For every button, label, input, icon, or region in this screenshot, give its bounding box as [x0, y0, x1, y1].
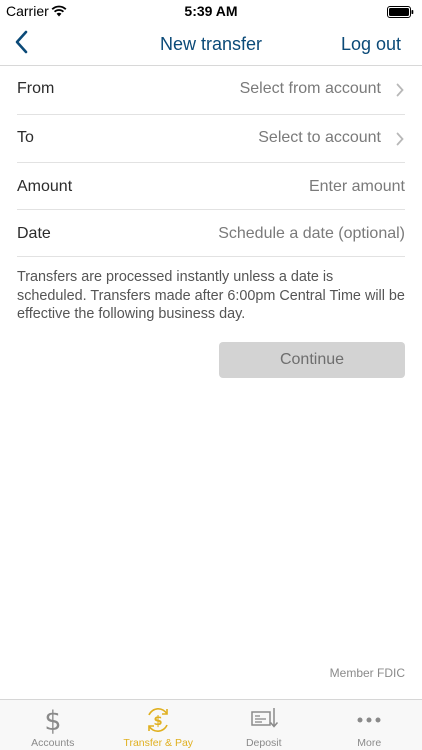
tab-label: Deposit [245, 737, 282, 749]
tab-more[interactable]: More [317, 700, 422, 750]
tab-deposit[interactable]: Deposit [211, 700, 317, 750]
logout-button[interactable]: Log out [341, 34, 401, 55]
to-account-value: Select to account [258, 129, 381, 146]
amount-row[interactable]: Amount Enter amount [17, 163, 405, 210]
to-account-row[interactable]: To Select to account [17, 115, 405, 163]
battery-icon [387, 5, 414, 23]
from-label: From [17, 80, 55, 97]
transfer-pay-icon: $ [143, 705, 173, 740]
amount-label: Amount [17, 178, 73, 195]
continue-button[interactable]: Continue [219, 342, 405, 378]
tab-bar: $ Accounts $ Transfer & Pay Deposit More [0, 699, 422, 750]
status-time: 5:39 AM [184, 3, 238, 19]
to-label: To [17, 129, 34, 146]
svg-text:$: $ [44, 706, 61, 735]
date-input[interactable]: Schedule a date (optional) [218, 225, 405, 243]
tab-transfer-pay[interactable]: $ Transfer & Pay [106, 700, 212, 750]
dollar-icon: $ [41, 705, 65, 740]
date-row[interactable]: Date Schedule a date (optional) [17, 210, 405, 257]
tab-label: More [357, 737, 382, 749]
chevron-right-icon [396, 83, 404, 102]
navigation-bar: New transfer Log out [0, 22, 422, 66]
tab-label: Accounts [31, 737, 75, 749]
tab-accounts[interactable]: $ Accounts [0, 700, 106, 750]
check-deposit-icon [249, 705, 279, 740]
from-account-row[interactable]: From Select from account [17, 66, 405, 115]
svg-text:$: $ [154, 714, 163, 729]
from-account-value: Select from account [239, 80, 381, 97]
date-label: Date [17, 225, 51, 242]
amount-input[interactable]: Enter amount [309, 178, 405, 196]
tab-label: Transfer & Pay [123, 737, 194, 749]
transfer-info-text: Transfers are processed instantly unless… [17, 269, 405, 322]
chevron-right-icon [396, 132, 404, 151]
status-bar: Carrier 5:39 AM [0, 0, 422, 22]
more-dots-icon [354, 705, 384, 740]
member-fdic-label: Member FDIC [329, 666, 405, 680]
